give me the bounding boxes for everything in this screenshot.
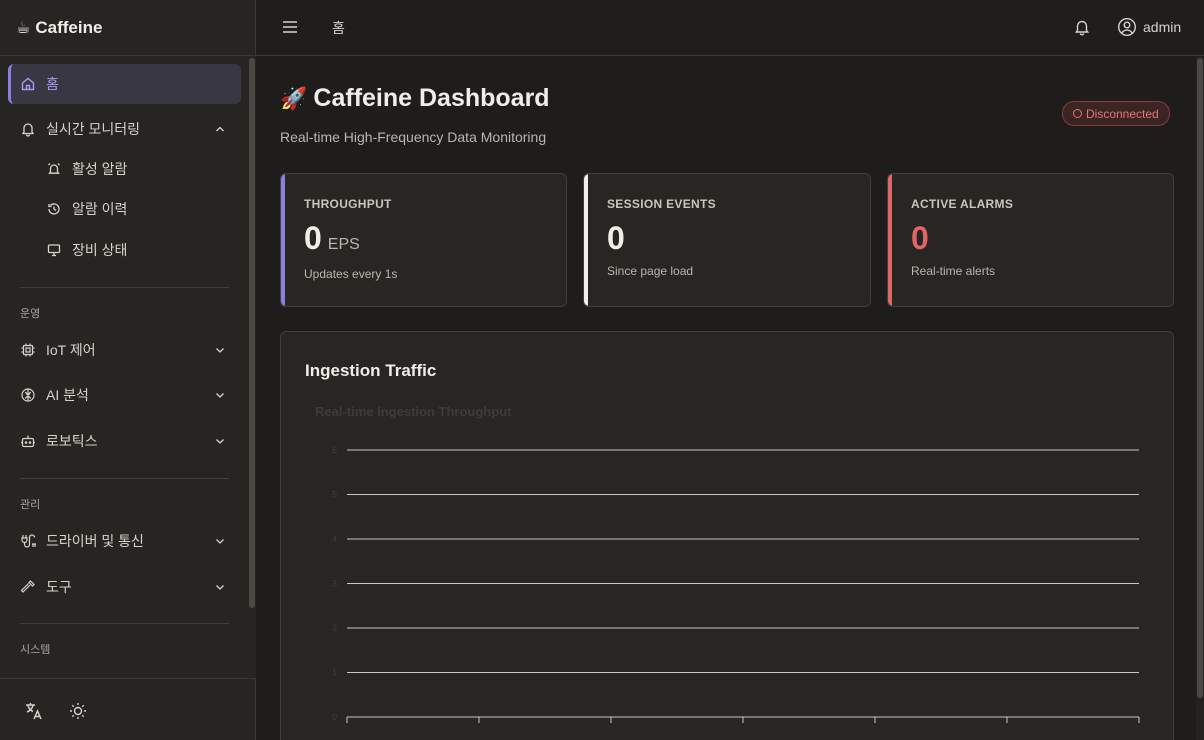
sidebar-item-home[interactable]: 홈 [8,64,241,104]
card-value-number: 0 [304,220,322,256]
sidebar-item-label: AI 분석 [46,387,89,403]
hammer-icon [20,579,36,595]
menu-icon[interactable] [281,18,299,36]
card-note: Updates every 1s [304,267,398,281]
chevron-up-icon [216,126,224,132]
chart-y-tick-label: 2 [332,623,337,633]
chart-x-axis [346,717,1140,723]
card-unit: EPS [327,236,360,253]
topbar: 홈 admin [256,0,1204,56]
card-note: Real-time alerts [911,264,996,278]
ingestion-traffic-panel: Ingestion Traffic Real-time Ingestion Th… [280,331,1174,740]
monitor-icon [46,242,62,258]
sidebar-item-drivers[interactable]: 드라이버 및 통신 [8,521,241,561]
status-ring-icon [1073,109,1082,118]
sidebar-item-label: 홈 [46,76,59,92]
coffee-cup-icon: ☕ [16,19,31,37]
sidebar-subitem-active-alarms[interactable]: 활성 알람 [40,151,240,187]
chart-y-tick-label: 4 [332,534,337,544]
sidebar-scrollbar[interactable] [248,56,256,678]
page-title: 🚀 Caffeine Dashboard [280,84,550,113]
chevron-down-icon [216,439,224,444]
status-badge: Disconnected [1062,101,1170,126]
sidebar-subitem-alarm-history[interactable]: 알람 이력 [40,191,240,227]
sidebar-item-label: 실시간 모니터링 [46,121,141,137]
brand-name: Caffeine [35,17,103,37]
main-content: 🚀 Caffeine Dashboard Real-time High-Freq… [256,56,1196,740]
main-scrollbar[interactable] [1196,56,1204,740]
card-note: Since page load [607,264,694,278]
page-title-text: Caffeine Dashboard [313,84,550,112]
chart-title: Real-time Ingestion Throughput [315,404,512,419]
section-label-ops: 운영 [20,308,41,320]
card-value: 0 [911,220,929,256]
sidebar-item-tools[interactable]: 도구 [8,567,241,607]
sidebar-item-ai-analysis[interactable]: AI 분석 [8,375,241,415]
chart-y-tick-label: 3 [332,579,337,589]
panel-title: Ingestion Traffic [305,361,437,380]
section-label-admin: 관리 [20,499,41,511]
chart-y-tick-label: 0 [332,712,337,722]
status-text: Disconnected [1086,106,1159,121]
card-label: ACTIVE ALARMS [911,197,1014,211]
sidebar-item-iot-control[interactable]: IoT 제어 [8,330,241,370]
chevron-down-icon [216,393,224,398]
chart-y-tick-label: 6 [332,445,337,455]
alarm-clock-icon [46,161,62,177]
brain-icon [20,387,36,403]
divider [20,623,229,624]
robot-icon [20,433,36,449]
sidebar-subitem-label: 활성 알람 [72,161,128,177]
sidebar-item-robotics[interactable]: 로보틱스 [8,421,241,461]
user-circle-icon [1117,17,1137,37]
chevron-down-icon [216,539,224,544]
card-value: 0 [607,220,625,256]
sidebar-scrollbar-thumb[interactable] [249,58,255,608]
sidebar-item-monitoring[interactable]: 실시간 모니터링 [8,109,241,149]
stat-card-active-alarms: ACTIVE ALARMS 0 Real-time alerts [887,173,1174,307]
stat-card-throughput: THROUGHPUT 0 EPS Updates every 1s [280,173,567,307]
chart-grid: 0 1 2 3 4 5 6 [332,445,1139,722]
brand[interactable]: ☕ Caffeine [0,0,255,56]
section-label-system: 시스템 [20,644,51,656]
chip-icon [20,342,36,358]
home-icon [20,76,36,92]
chart-y-tick-label: 5 [332,490,337,500]
sidebar-footer [0,678,256,740]
cable-icon [20,533,36,549]
sidebar-subitem-device-status[interactable]: 장비 상태 [40,232,240,268]
sidebar-subitem-label: 장비 상태 [72,242,128,258]
breadcrumb[interactable]: 홈 [332,18,345,38]
chart-y-tick-label: 1 [332,668,337,678]
divider [20,478,229,479]
sidebar-nav: 홈 실시간 모니터링 활성 알람 알람 이력 장비 상태 운영 IoT 제어 A… [0,56,248,678]
main-scrollbar-thumb[interactable] [1197,58,1203,698]
throughput-chart: Real-time Ingestion Throughput 0 1 2 3 4 5 6 [315,404,1140,723]
sidebar: ☕ Caffeine 홈 실시간 모니터링 활성 알람 알람 이력 장비 상태 … [0,0,256,740]
chevron-down-icon [216,585,224,590]
chevron-down-icon [216,348,224,353]
card-label: SESSION EVENTS [607,197,716,211]
user-name: admin [1143,19,1182,35]
card-label: THROUGHPUT [304,197,392,211]
page-subtitle: Real-time High-Frequency Data Monitoring [280,129,547,145]
stat-card-session-events: SESSION EVENTS 0 Since page load [583,173,871,307]
divider [20,287,229,288]
user-menu[interactable]: admin [1117,17,1181,37]
sun-icon[interactable] [68,701,88,721]
card-accent-bar [584,174,588,306]
bell-icon [20,121,36,137]
sidebar-subitem-label: 알람 이력 [72,201,128,217]
language-icon[interactable] [24,701,44,721]
sidebar-item-label: IoT 제어 [46,342,96,358]
sidebar-item-label: 도구 [46,579,72,595]
card-accent-bar [888,174,892,306]
sidebar-item-label: 로보틱스 [46,433,98,449]
rocket-icon: 🚀 [280,85,308,111]
card-value: 0 EPS [304,220,360,257]
history-icon [46,201,62,217]
sidebar-item-label: 드라이버 및 통신 [46,533,144,549]
notification-bell-icon[interactable] [1073,18,1091,36]
card-accent-bar [281,174,285,306]
